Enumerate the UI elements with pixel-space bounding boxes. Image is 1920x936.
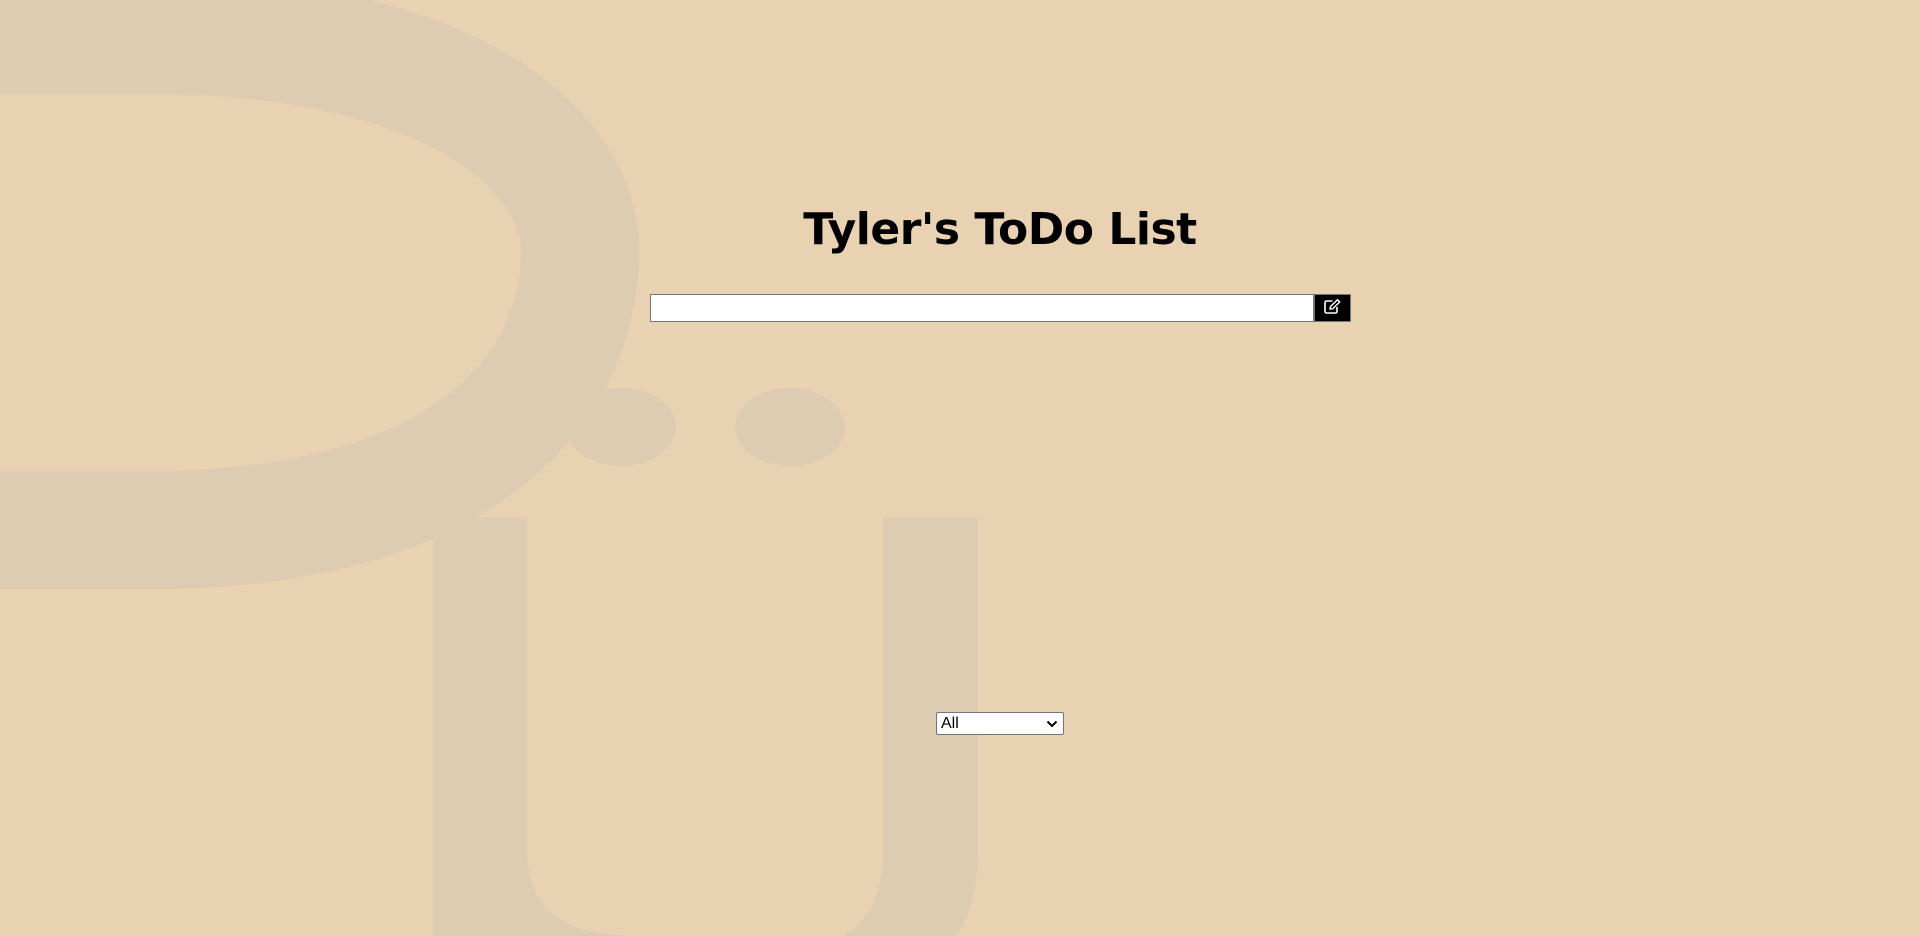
- page-title: Tyler's ToDo List: [803, 204, 1197, 255]
- filter-select[interactable]: All: [936, 712, 1064, 735]
- add-todo-button[interactable]: [1314, 294, 1351, 322]
- chevron-down-icon: [1045, 717, 1059, 731]
- todo-input[interactable]: [650, 294, 1314, 322]
- watermark-d-stroke: [0, 0, 640, 589]
- edit-icon: [1324, 299, 1341, 317]
- watermark-umlaut-dot-right: [735, 388, 845, 466]
- filter-selected-value: All: [941, 714, 959, 732]
- background-watermark: [0, 0, 978, 936]
- watermark-u-shape: [433, 517, 978, 936]
- watermark-umlaut-dot-left: [566, 388, 676, 466]
- todo-form: [650, 294, 1351, 322]
